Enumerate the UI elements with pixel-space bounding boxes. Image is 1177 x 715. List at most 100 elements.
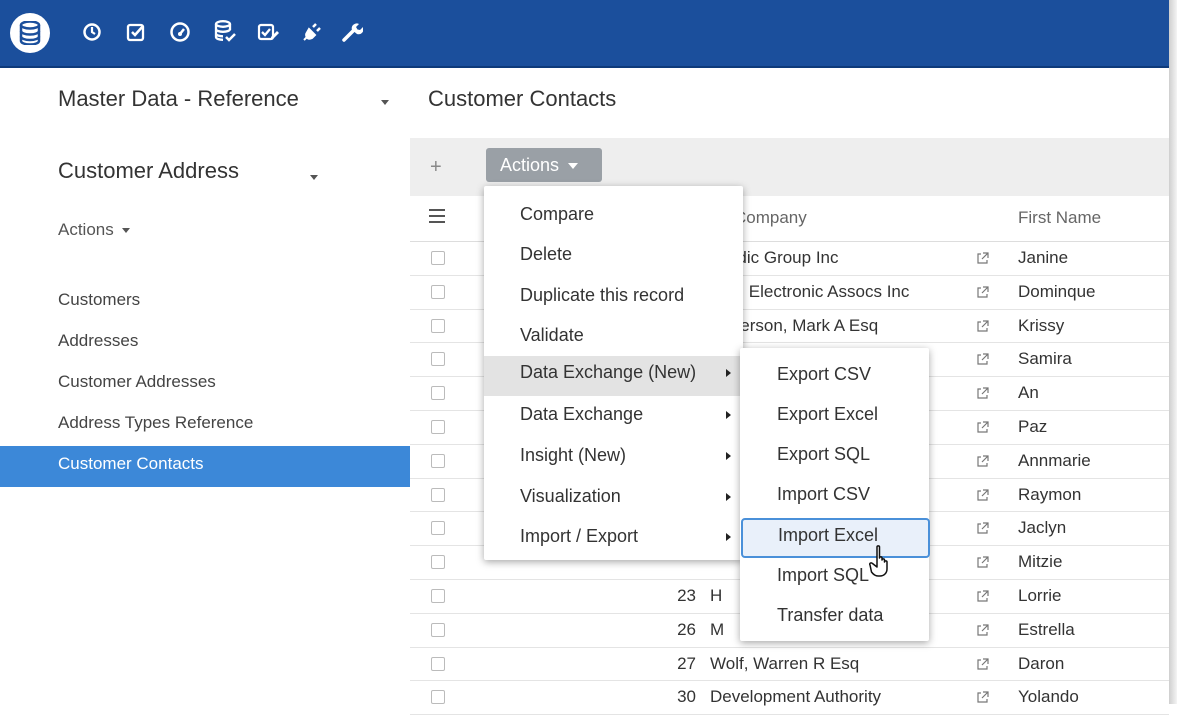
submenu-item-label: Export CSV: [777, 364, 872, 384]
entity-title[interactable]: Customer Address: [58, 158, 239, 184]
external-link-icon[interactable]: [976, 318, 989, 338]
row-number: 26: [677, 619, 696, 639]
external-link-icon[interactable]: [976, 520, 989, 540]
external-link-icon[interactable]: [976, 419, 989, 439]
gauge-icon[interactable]: [165, 17, 195, 47]
actions-button-label: Actions: [500, 155, 560, 175]
external-link-icon[interactable]: [976, 453, 989, 473]
first-name-cell: Daron: [1018, 653, 1065, 673]
row-checkbox[interactable]: [431, 453, 445, 468]
menu-item-label: Import / Export: [520, 526, 639, 546]
clock-icon[interactable]: [77, 17, 107, 47]
external-link-icon[interactable]: [976, 385, 989, 405]
row-checkbox[interactable]: [431, 251, 445, 265]
submenu-item-import-sql[interactable]: Import SQL: [740, 559, 929, 599]
menu-item-compare[interactable]: Compare: [484, 198, 743, 238]
top-navigation-bar: [0, 0, 1169, 68]
first-name-cell: Annmarie: [1018, 450, 1091, 470]
submenu-item-import-excel[interactable]: Import Excel: [741, 518, 930, 558]
entity-dropdown-caret-icon[interactable]: [310, 175, 318, 180]
add-record-button[interactable]: +: [430, 156, 442, 179]
submenu-item-transfer-data[interactable]: Transfer data: [740, 599, 929, 639]
external-link-icon[interactable]: [976, 622, 989, 642]
first-name-cell: An: [1018, 383, 1039, 403]
row-checkbox[interactable]: [431, 588, 445, 603]
menu-item-data-exchange[interactable]: Data Exchange: [484, 398, 743, 438]
row-checkbox[interactable]: [431, 419, 445, 434]
row-checkbox[interactable]: [431, 386, 445, 401]
table-row[interactable]: 27 Wolf, Warren R Esq Daron: [410, 648, 1169, 682]
row-checkbox[interactable]: [431, 555, 445, 570]
menu-item-data-exchange-new[interactable]: Data Exchange (New): [484, 356, 743, 396]
menu-item-label: Delete: [520, 244, 573, 264]
database-check-icon[interactable]: [210, 17, 240, 47]
submenu-item-label: Export SQL: [777, 444, 871, 464]
row-checkbox[interactable]: [431, 622, 445, 637]
sidebar-item-customer-contacts[interactable]: Customer Contacts: [0, 446, 410, 487]
column-menu-icon[interactable]: [428, 208, 446, 229]
menu-item-delete[interactable]: Delete: [484, 238, 743, 278]
external-link-icon[interactable]: [976, 554, 989, 574]
submenu-item-import-csv[interactable]: Import CSV: [740, 478, 929, 518]
edit-check-icon[interactable]: [253, 17, 283, 47]
first-name-cell: Estrella: [1018, 619, 1075, 639]
menu-item-label: Compare: [520, 204, 595, 224]
submenu-item-export-sql[interactable]: Export SQL: [740, 438, 929, 478]
first-name-cell: Yolando: [1018, 687, 1079, 707]
menu-item-visualization[interactable]: Visualization: [484, 480, 743, 520]
submenu-item-export-csv[interactable]: Export CSV: [740, 358, 929, 398]
database-icon[interactable]: [10, 13, 50, 53]
menu-item-duplicate-this-record[interactable]: Duplicate this record: [484, 279, 743, 319]
external-link-icon[interactable]: [976, 487, 989, 507]
external-link-icon[interactable]: [976, 284, 989, 304]
row-checkbox[interactable]: [431, 487, 445, 502]
submenu-item-export-excel[interactable]: Export Excel: [740, 398, 929, 438]
first-name-cell: Mitzie: [1018, 552, 1063, 572]
caret-down-icon: [568, 163, 579, 170]
module-title[interactable]: Master Data - Reference: [58, 86, 299, 112]
menu-item-validate[interactable]: Validate: [484, 319, 743, 359]
page-title: Customer Contacts: [428, 86, 617, 111]
external-link-icon[interactable]: [976, 588, 989, 608]
first-name-cell: Lorrie: [1018, 585, 1062, 605]
company-cell: Nordic Group Inc: [710, 248, 839, 267]
row-checkbox[interactable]: [431, 318, 445, 333]
row-number: 23: [677, 585, 696, 605]
window-edge-shadow: [1169, 0, 1177, 704]
menu-item-label: Data Exchange: [520, 404, 644, 424]
row-checkbox[interactable]: [431, 284, 445, 299]
row-checkbox[interactable]: [431, 690, 445, 705]
external-link-icon[interactable]: [976, 351, 989, 371]
sidebar-item-customer-addresses[interactable]: Customer Addresses: [0, 364, 410, 405]
external-link-icon[interactable]: [976, 689, 989, 709]
submenu-arrow-icon: [726, 411, 731, 419]
external-link-icon[interactable]: [976, 250, 989, 270]
row-checkbox[interactable]: [431, 656, 445, 671]
sidebar-item-customers[interactable]: Customers: [0, 282, 410, 323]
company-cell: Anderson, Mark A Esq: [710, 315, 879, 335]
actions-button[interactable]: Actions: [486, 148, 602, 182]
plug-icon[interactable]: [297, 17, 327, 47]
checkbox-icon[interactable]: [121, 17, 151, 47]
menu-item-import-export[interactable]: Import / Export: [484, 520, 743, 560]
company-cell: A A I Electronic Assocs Inc: [710, 281, 910, 301]
external-link-icon[interactable]: [976, 656, 989, 676]
submenu-arrow-icon: [726, 493, 731, 501]
sidebar-item-addresses[interactable]: Addresses: [0, 323, 410, 364]
menu-item-insight-new[interactable]: Insight (New): [484, 439, 743, 479]
table-row[interactable]: 30 Development Authority Yolando: [410, 681, 1169, 715]
wrench-icon[interactable]: [337, 17, 367, 47]
submenu-item-label: Import SQL: [777, 565, 870, 585]
module-dropdown-caret-icon[interactable]: [381, 100, 389, 105]
row-checkbox[interactable]: [431, 521, 445, 536]
sidebar-actions-label[interactable]: Actions: [58, 220, 114, 239]
sidebar-actions-menu[interactable]: Actions: [58, 220, 131, 240]
sidebar-item-address-types-reference[interactable]: Address Types Reference: [0, 405, 410, 446]
first-name-cell: Jaclyn: [1018, 518, 1067, 538]
column-header-company[interactable]: Company: [734, 208, 807, 228]
row-checkbox[interactable]: [431, 352, 445, 367]
column-header-first-name[interactable]: First Name: [1018, 208, 1101, 228]
company-cell: Development Authority: [710, 687, 882, 707]
first-name-cell: Raymon: [1018, 484, 1082, 504]
company-cell: Wolf, Warren R Esq: [710, 653, 860, 673]
